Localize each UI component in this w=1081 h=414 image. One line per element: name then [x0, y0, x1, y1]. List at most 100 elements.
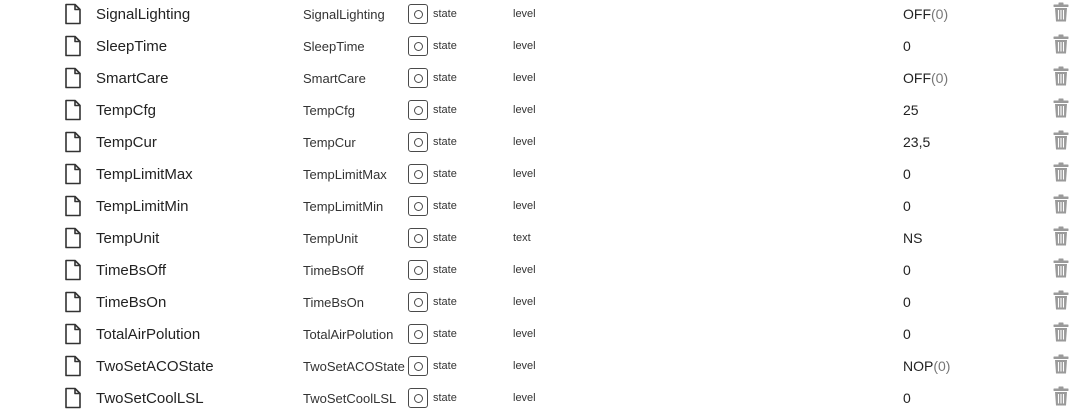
- state-type: state: [408, 126, 457, 158]
- trash-icon: [1053, 130, 1069, 155]
- object-value[interactable]: 0: [903, 382, 911, 414]
- object-value[interactable]: 0: [903, 286, 911, 318]
- file-icon: [64, 94, 84, 126]
- table-row[interactable]: SleepTime SleepTime state level 0: [0, 30, 1081, 62]
- object-value[interactable]: 25: [903, 94, 919, 126]
- object-role: level: [513, 136, 536, 148]
- table-row[interactable]: TempCur TempCur state level 23,5: [0, 126, 1081, 158]
- object-id: TwoSetACOState: [303, 358, 405, 374]
- delete-button[interactable]: [1051, 0, 1071, 30]
- delete-button[interactable]: [1051, 382, 1071, 414]
- table-row[interactable]: TotalAirPolution TotalAirPolution state …: [0, 318, 1081, 350]
- object-name[interactable]: TwoSetACOState: [96, 350, 214, 382]
- file-icon: [64, 350, 84, 382]
- state-type: state: [408, 62, 457, 94]
- table-row[interactable]: TempLimitMin TempLimitMin state level 0: [0, 190, 1081, 222]
- object-role: level: [513, 392, 536, 404]
- delete-button[interactable]: [1051, 30, 1071, 62]
- state-type: state: [408, 158, 457, 190]
- state-icon: [408, 356, 428, 376]
- trash-icon: [1053, 258, 1069, 283]
- delete-button[interactable]: [1051, 222, 1071, 254]
- table-row[interactable]: TimeBsOn TimeBsOn state level 0: [0, 286, 1081, 318]
- trash-icon: [1053, 322, 1069, 347]
- object-name[interactable]: TempCfg: [96, 94, 156, 126]
- state-icon: [408, 4, 428, 24]
- delete-button[interactable]: [1051, 94, 1071, 126]
- object-name[interactable]: SleepTime: [96, 30, 167, 62]
- state-icon: [408, 36, 428, 56]
- table-row[interactable]: TempCfg TempCfg state level 25: [0, 94, 1081, 126]
- object-value[interactable]: 23,5: [903, 126, 930, 158]
- object-value[interactable]: OFF (0): [903, 0, 948, 30]
- table-row[interactable]: TwoSetCoolLSL TwoSetCoolLSL state level …: [0, 382, 1081, 414]
- delete-button[interactable]: [1051, 158, 1071, 190]
- delete-button[interactable]: [1051, 190, 1071, 222]
- object-name[interactable]: SmartCare: [96, 62, 169, 94]
- object-value[interactable]: NS: [903, 222, 922, 254]
- state-icon: [408, 100, 428, 120]
- state-icon: [408, 68, 428, 88]
- table-row[interactable]: TempUnit TempUnit state text NS: [0, 222, 1081, 254]
- object-role: level: [513, 360, 536, 372]
- object-value[interactable]: NOP (0): [903, 350, 950, 382]
- state-type: state: [408, 382, 457, 414]
- trash-icon: [1053, 162, 1069, 187]
- object-role: level: [513, 168, 536, 180]
- table-row[interactable]: SmartCare SmartCare state level OFF (0): [0, 62, 1081, 94]
- state-type: state: [408, 94, 457, 126]
- object-name[interactable]: TempLimitMax: [96, 158, 193, 190]
- file-icon: [64, 254, 84, 286]
- state-type: state: [408, 318, 457, 350]
- object-role: text: [513, 232, 531, 244]
- trash-icon: [1053, 290, 1069, 315]
- trash-icon: [1053, 194, 1069, 219]
- object-id: TempCfg: [303, 102, 356, 118]
- object-name[interactable]: TotalAirPolution: [96, 318, 200, 350]
- object-name[interactable]: TimeBsOn: [96, 286, 166, 318]
- object-value[interactable]: 0: [903, 254, 911, 286]
- trash-icon: [1053, 226, 1069, 251]
- file-icon: [64, 286, 84, 318]
- delete-button[interactable]: [1051, 62, 1071, 94]
- delete-button[interactable]: [1051, 350, 1071, 382]
- state-icon: [408, 260, 428, 280]
- object-name[interactable]: SignalLighting: [96, 0, 190, 30]
- object-id: SignalLighting: [303, 6, 385, 22]
- object-name[interactable]: TempUnit: [96, 222, 159, 254]
- object-name[interactable]: TempCur: [96, 126, 157, 158]
- state-icon: [408, 324, 428, 344]
- state-type: state: [408, 350, 457, 382]
- trash-icon: [1053, 354, 1069, 379]
- object-role: level: [513, 104, 536, 116]
- state-type: state: [408, 30, 457, 62]
- object-value[interactable]: OFF (0): [903, 62, 948, 94]
- object-name[interactable]: TempLimitMin: [96, 190, 189, 222]
- object-role: level: [513, 328, 536, 340]
- delete-button[interactable]: [1051, 286, 1071, 318]
- object-value[interactable]: 0: [903, 190, 911, 222]
- object-id: TempLimitMax: [303, 166, 387, 182]
- delete-button[interactable]: [1051, 126, 1071, 158]
- trash-icon: [1053, 98, 1069, 123]
- object-role: level: [513, 72, 536, 84]
- object-role: level: [513, 296, 536, 308]
- table-row[interactable]: TwoSetACOState TwoSetACOState state leve…: [0, 350, 1081, 382]
- object-value[interactable]: 0: [903, 30, 911, 62]
- object-id: TwoSetCoolLSL: [303, 390, 397, 406]
- object-id: TempLimitMin: [303, 198, 384, 214]
- object-name[interactable]: TwoSetCoolLSL: [96, 382, 204, 414]
- table-row[interactable]: SignalLighting SignalLighting state leve…: [0, 0, 1081, 30]
- object-name[interactable]: TimeBsOff: [96, 254, 166, 286]
- delete-button[interactable]: [1051, 318, 1071, 350]
- table-row[interactable]: TimeBsOff TimeBsOff state level 0: [0, 254, 1081, 286]
- object-value[interactable]: 0: [903, 158, 911, 190]
- file-icon: [64, 0, 84, 30]
- table-row[interactable]: TempLimitMax TempLimitMax state level 0: [0, 158, 1081, 190]
- delete-button[interactable]: [1051, 254, 1071, 286]
- trash-icon: [1053, 2, 1069, 27]
- file-icon: [64, 126, 84, 158]
- object-id: TempUnit: [303, 230, 358, 246]
- file-icon: [64, 62, 84, 94]
- object-value[interactable]: 0: [903, 318, 911, 350]
